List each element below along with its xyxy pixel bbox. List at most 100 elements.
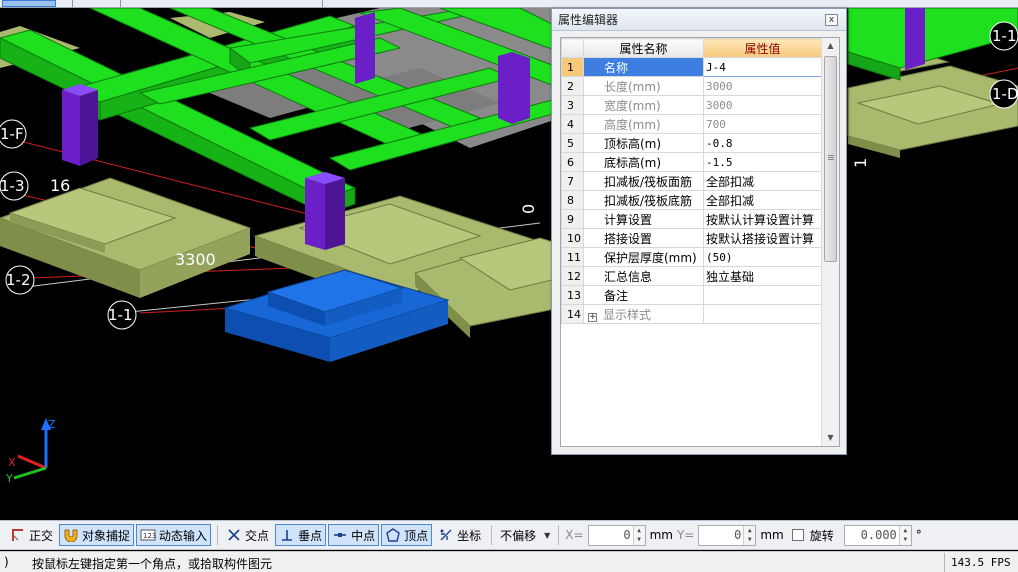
axis-label-11-right: 1-1 xyxy=(992,27,1017,45)
property-name: 保护层厚度(mm) xyxy=(583,247,704,267)
x-axis-label: X xyxy=(8,456,16,469)
row-number: 5 xyxy=(561,133,584,153)
top-strip-divider xyxy=(120,0,121,7)
property-value-header[interactable]: 属性值 xyxy=(703,38,822,58)
y-axis-line xyxy=(13,466,47,480)
property-name: 扣减板/筏板底筋 xyxy=(583,190,704,210)
x-coordinate-input[interactable]: 0 ▲ ▼ xyxy=(587,524,646,546)
property-row-width[interactable]: 3 宽度(mm) 3000 xyxy=(561,95,822,115)
property-row-bottom-elevation[interactable]: 6 底标高(m) -1.5 xyxy=(561,152,822,172)
scroll-down-icon[interactable]: ▼ xyxy=(822,430,839,446)
y-coordinate-label: Y= xyxy=(676,528,695,542)
scrollbar-thumb[interactable] xyxy=(824,56,837,262)
property-table: 属性名称 属性值 1 名称 J-4 2 长度(mm) 3000 3 宽度(mm)… xyxy=(561,38,822,324)
spin-arrows-icon[interactable]: ▲ ▼ xyxy=(743,525,756,545)
row-number: 9 xyxy=(561,209,584,229)
rotate-checkbox[interactable] xyxy=(791,529,804,541)
chevron-down-icon: ▼ xyxy=(544,530,551,540)
property-value[interactable]: 3000 xyxy=(703,76,822,96)
property-value[interactable]: 700 xyxy=(703,114,822,134)
rotate-angle-value: 0.000 xyxy=(860,527,897,542)
rotate-label: 旋转 xyxy=(809,528,834,543)
3d-viewport[interactable]: 1-F 1-3 1-2 1-1 1-1 1-D 3300 16 0 1 Z X … xyxy=(0,8,1018,520)
perpendicular-snap-button[interactable]: 垂点 xyxy=(275,524,327,546)
property-value[interactable] xyxy=(703,304,822,324)
property-name: 搭接设置 xyxy=(583,228,704,248)
property-value[interactable]: -1.5 xyxy=(703,152,822,172)
row-number: 10 xyxy=(561,228,584,248)
column xyxy=(80,90,98,166)
property-row-lap-settings[interactable]: 10 搭接设置 按默认搭接设置计算 xyxy=(561,228,822,248)
y-unit-label: mm xyxy=(760,528,784,542)
property-row-length[interactable]: 2 长度(mm) 3000 xyxy=(561,76,822,96)
row-number: 6 xyxy=(561,152,584,172)
row-number: 8 xyxy=(561,190,584,210)
vertex-snap-button[interactable]: 顶点 xyxy=(381,524,433,546)
property-grid-scrollbar[interactable]: ▲ ▼ xyxy=(821,38,839,446)
property-value[interactable]: 按默认搭接设置计算 xyxy=(703,228,822,248)
scroll-up-icon[interactable]: ▲ xyxy=(822,38,839,54)
row-number: 12 xyxy=(561,266,584,286)
property-name: 底标高(m) xyxy=(583,152,704,172)
property-editor-titlebar[interactable]: 属性编辑器 x xyxy=(552,9,846,31)
property-name: + 显示样式 xyxy=(583,304,704,324)
close-icon[interactable]: x xyxy=(825,14,838,26)
property-name: 汇总信息 xyxy=(583,266,704,286)
property-name: 高度(mm) xyxy=(583,114,704,134)
rotate-angle-input[interactable]: 0.000 ▲ ▼ xyxy=(843,524,912,546)
property-row-top-elevation[interactable]: 5 顶标高(m) -0.8 xyxy=(561,133,822,153)
scrollbar-grip-icon xyxy=(828,155,834,156)
row-number: 4 xyxy=(561,114,584,134)
spin-arrows-icon[interactable]: ▲ ▼ xyxy=(632,525,645,545)
snap-magnet-icon xyxy=(63,527,79,543)
intersection-snap-button[interactable]: 交点 xyxy=(222,524,273,546)
property-name-text: 显示样式 xyxy=(603,307,652,322)
property-name-header[interactable]: 属性名称 xyxy=(583,38,704,58)
property-value-input[interactable]: J-4 xyxy=(703,57,822,77)
status-message: 按鼠标左键指定第一个角点，或拾取构件图元 xyxy=(32,557,273,571)
property-value[interactable]: 全部扣减 xyxy=(703,190,822,210)
row-number: 3 xyxy=(561,95,584,115)
property-row-display-style[interactable]: 14 + 显示样式 xyxy=(561,304,822,324)
column xyxy=(905,8,925,70)
coordinate-snap-button[interactable]: 坐标 xyxy=(434,524,485,546)
y-axis-label: Y xyxy=(5,472,13,485)
ortho-button[interactable]: 正交 xyxy=(6,524,57,546)
property-row-deduct-top[interactable]: 7 扣减板/筏板面筋 全部扣减 xyxy=(561,171,822,191)
property-value[interactable]: 全部扣减 xyxy=(703,171,822,191)
object-snap-button[interactable]: 对象捕捉 xyxy=(59,524,135,546)
property-row-height[interactable]: 4 高度(mm) 700 xyxy=(561,114,822,134)
status-bar: ) 按鼠标左键指定第一个角点，或拾取构件图元 143.5 FPS xyxy=(0,551,1018,572)
property-value[interactable]: 按默认计算设置计算 xyxy=(703,209,822,229)
dimension-label: 16 xyxy=(50,176,70,195)
vertex-pentagon-icon xyxy=(385,527,401,543)
spin-arrows-icon[interactable]: ▲ ▼ xyxy=(898,525,911,545)
column xyxy=(325,178,345,250)
axis-label-13: 1-3 xyxy=(0,177,25,195)
midpoint-snap-button[interactable]: 中点 xyxy=(328,524,380,546)
toolbar-separator xyxy=(217,525,219,545)
expand-icon[interactable]: + xyxy=(588,312,597,322)
3d-scene[interactable]: 1-F 1-3 1-2 1-1 1-1 1-D 3300 16 0 1 Z X … xyxy=(0,8,1018,520)
property-value[interactable]: -0.8 xyxy=(703,133,822,153)
property-value[interactable]: (50) xyxy=(703,247,822,267)
y-coordinate-value: 0 xyxy=(734,527,742,542)
intersection-icon xyxy=(226,527,242,543)
property-row-name[interactable]: 1 名称 J-4 xyxy=(561,57,822,77)
property-row-cover[interactable]: 11 保护层厚度(mm) (50) xyxy=(561,247,822,267)
property-row-remark[interactable]: 13 备注 xyxy=(561,285,822,305)
y-coordinate-input[interactable]: 0 ▲ ▼ xyxy=(698,524,757,546)
property-row-summary[interactable]: 12 汇总信息 独立基础 xyxy=(561,266,822,286)
dynamic-input-button[interactable]: 123 动态输入 xyxy=(136,524,212,546)
midpoint-label: 中点 xyxy=(351,528,376,543)
property-row-calc-settings[interactable]: 9 计算设置 按默认计算设置计算 xyxy=(561,209,822,229)
dynamic-input-label: 动态输入 xyxy=(159,528,208,543)
property-value[interactable] xyxy=(703,285,822,305)
property-value[interactable]: 3000 xyxy=(703,95,822,115)
property-row-deduct-bottom[interactable]: 8 扣减板/筏板底筋 全部扣减 xyxy=(561,190,822,210)
property-value[interactable]: 独立基础 xyxy=(703,266,822,286)
property-editor-panel: 属性编辑器 x 属性名称 属性值 1 名称 J-4 2 长度(mm) 3000 … xyxy=(551,8,847,455)
x-coordinate-label: X= xyxy=(565,528,584,542)
top-selected-tab[interactable] xyxy=(2,0,56,7)
offset-mode-select[interactable]: 不偏移 ▼ xyxy=(500,527,550,544)
